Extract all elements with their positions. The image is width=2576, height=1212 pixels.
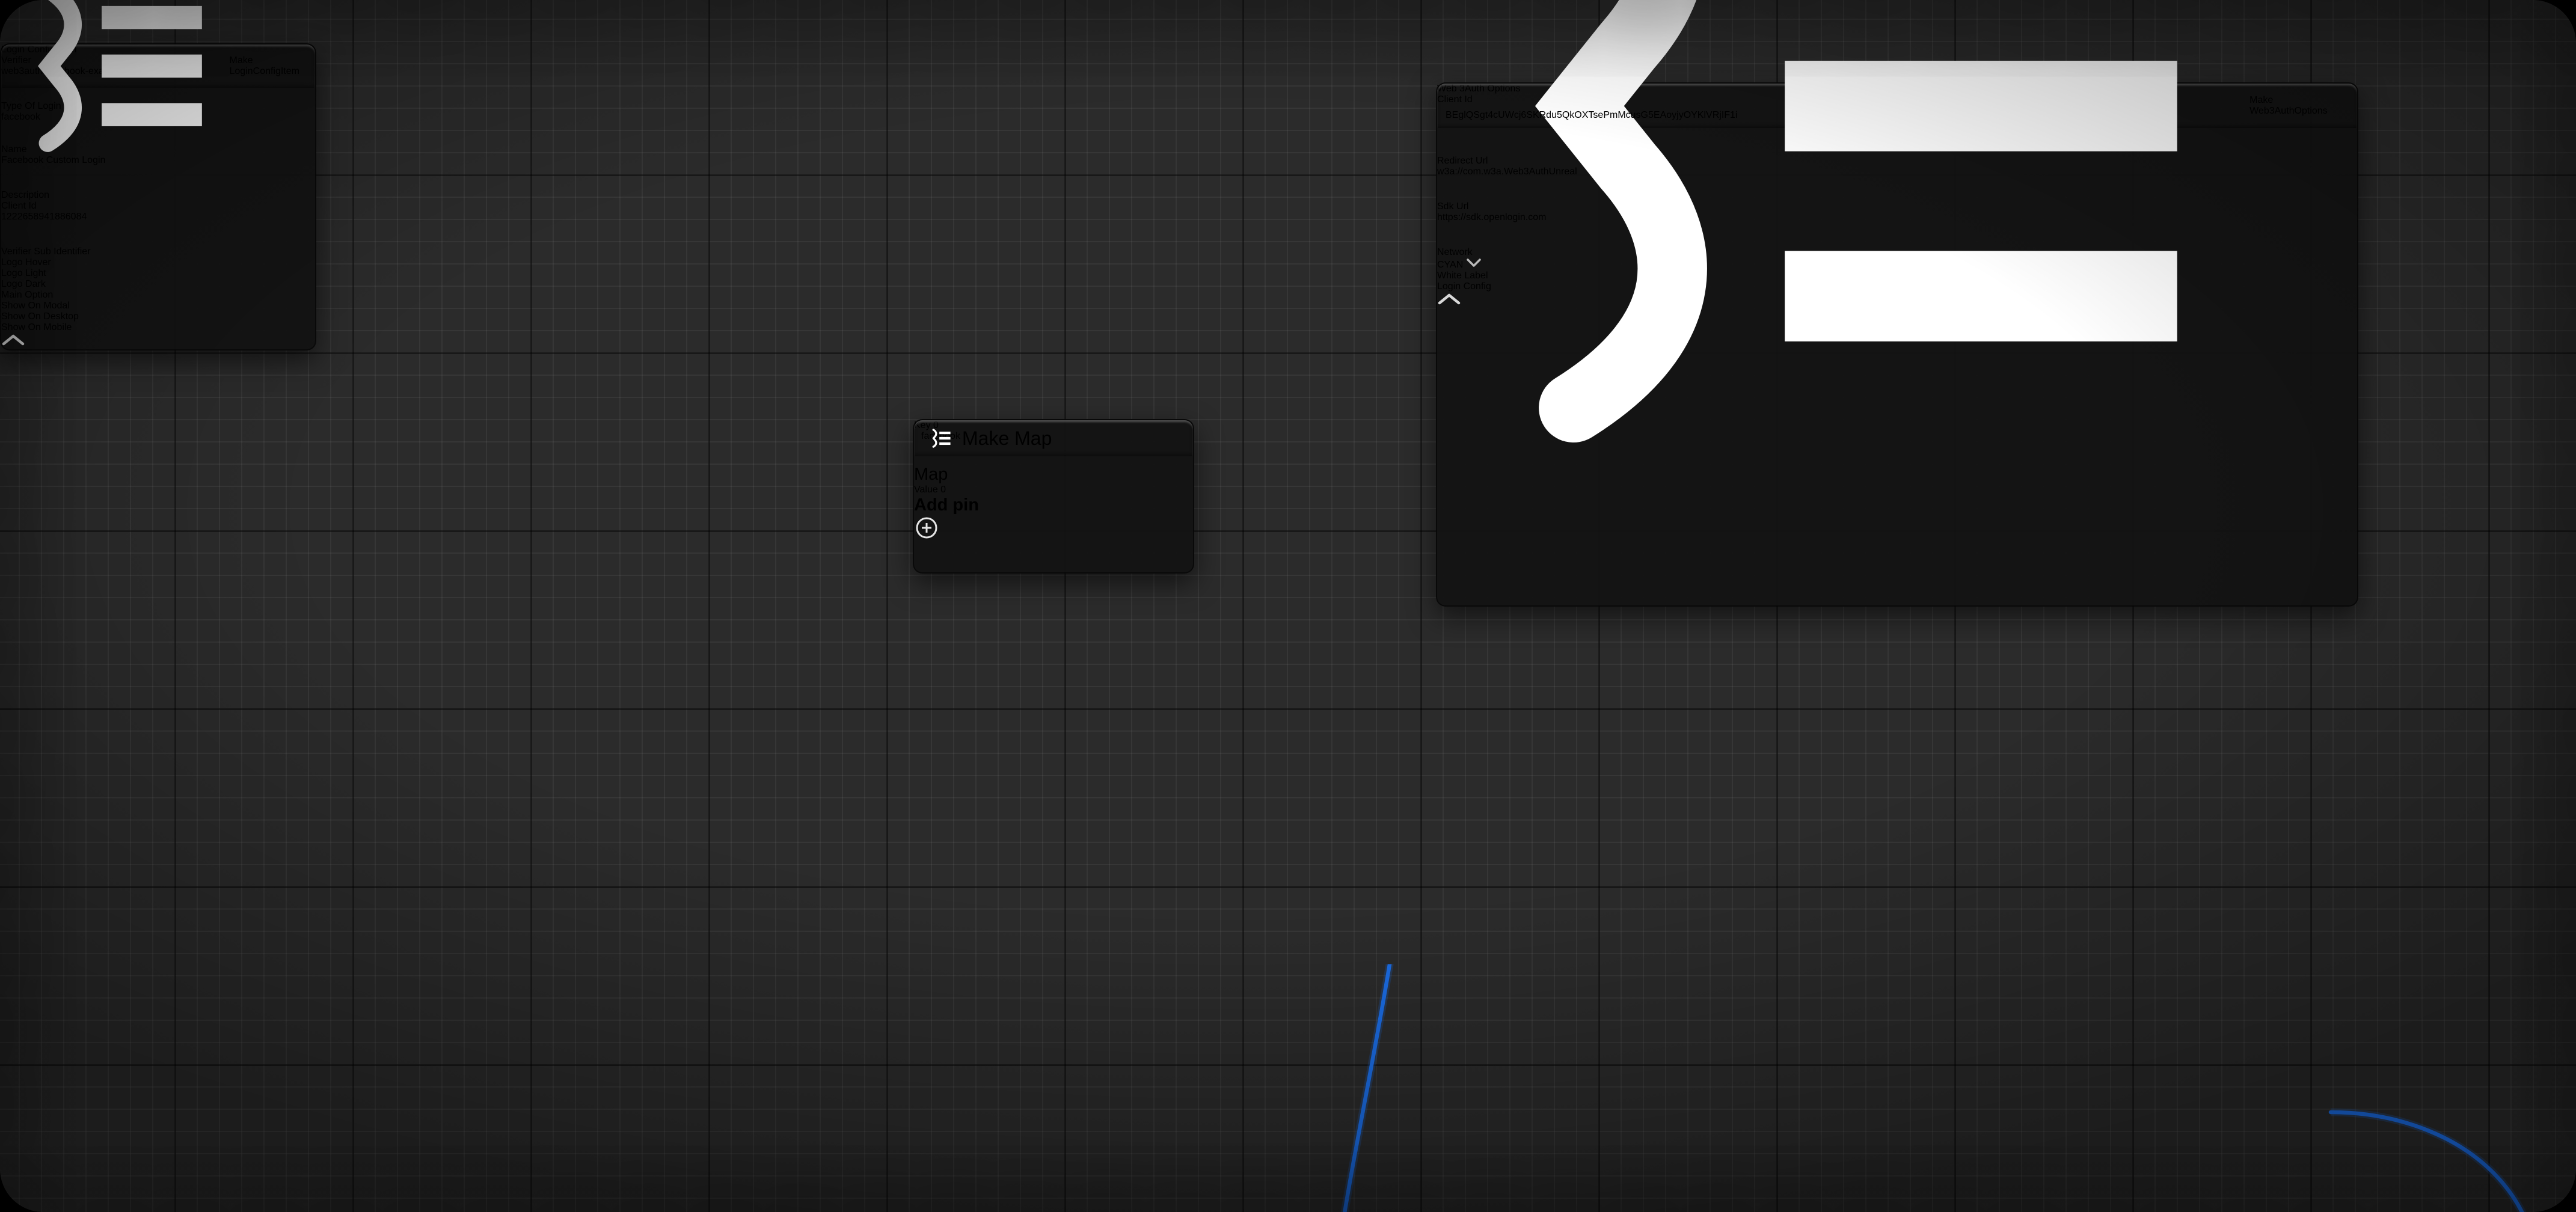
add-pin-label: Add pin: [914, 495, 1193, 515]
node-title: Make LoginConfigItem: [229, 55, 299, 77]
field-label: Logo Hover: [1, 257, 315, 268]
node-make-web3authoptions[interactable]: Make Web3AuthOptions Web 3Auth Options C…: [1436, 82, 2358, 607]
blueprint-graph-canvas[interactable]: Make LoginConfigItem Login Config Item V…: [0, 0, 2576, 1212]
selection-outline: Make LoginConfigItem Login Config Item V…: [0, 43, 647, 964]
node-make-map[interactable]: Make Map Key 0 facebook Map Value 0 Add …: [913, 419, 1194, 574]
client-id-input[interactable]: BEglQSgt4cUWcj6SKRdu5QkOXTsePmMcusG5EAoy…: [1437, 105, 2120, 156]
name-input[interactable]: Facebook Custom Login: [1, 155, 265, 190]
field-label: Show On Desktop: [1, 311, 315, 322]
map-output-label: Map: [914, 465, 1193, 485]
collapse-node-chevron[interactable]: [1, 333, 25, 346]
field-label: Logo Light: [1, 268, 315, 279]
add-pin-button[interactable]: Add pin: [914, 495, 1193, 543]
node-make-loginconfigitem-header[interactable]: Make LoginConfigItem: [1, 44, 315, 88]
node-make-map-header[interactable]: Make Map: [914, 420, 1193, 456]
node-title: Make Web3AuthOptions: [2249, 95, 2341, 117]
field-label: Value 0: [914, 485, 1193, 495]
make-map-icon: [930, 428, 952, 448]
field-label: Logo Dark: [1, 279, 315, 290]
field-label: Client Id: [1, 201, 315, 212]
make-struct-icon: [1453, 0, 2237, 468]
field-label: Show On Modal: [1, 301, 315, 311]
field-label: Main Option: [1, 290, 315, 301]
field-label: Verifier Sub Identifier: [1, 246, 315, 257]
client-id-input[interactable]: 1222658941886084: [1, 212, 206, 246]
field-label: Show On Mobile: [1, 322, 315, 333]
wire-top-to-white-label[interactable]: [1331, 964, 1460, 1212]
field-label: Description: [1, 190, 315, 201]
make-struct-icon: [17, 0, 217, 159]
node-make-loginconfigitem[interactable]: Make LoginConfigItem Login Config Item V…: [0, 43, 316, 350]
wire-web3authoptions-output[interactable]: [1745, 1112, 2538, 1212]
node-title: Make Map: [962, 427, 1052, 450]
add-pin-icon: [914, 515, 939, 540]
client-id-text: BEglQSgt4cUWcj6SKRdu5QkOXTsePmMcusG5EAoy…: [1446, 110, 2112, 121]
